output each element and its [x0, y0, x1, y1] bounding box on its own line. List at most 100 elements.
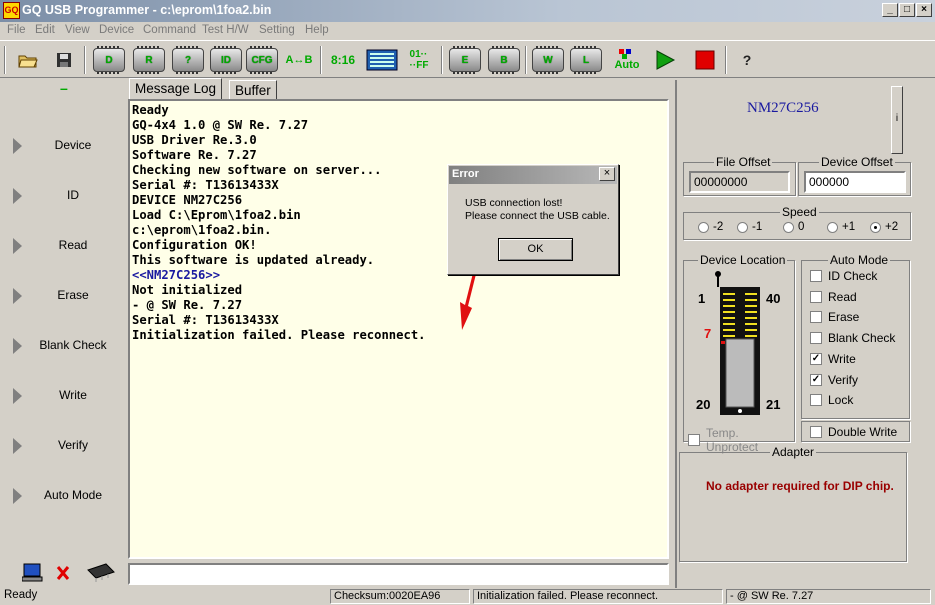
menu-file[interactable]: File [7, 24, 26, 36]
menu-view[interactable]: View [65, 24, 90, 36]
auto-mode-option-verify[interactable]: ✓ Verify [810, 373, 858, 387]
adapter-message: No adapter required for DIP chip. [706, 479, 894, 493]
auto-mode-option-id-check[interactable]: ID Check [810, 269, 877, 283]
buffer-editor-icon[interactable] [364, 45, 400, 75]
auto-mode-option-erase[interactable]: Erase [810, 310, 859, 324]
play-arrow-icon [13, 138, 22, 154]
sidebar-item-device[interactable]: Device [0, 134, 128, 158]
device-offset-group: Device Offset 000000 [798, 155, 911, 196]
play-arrow-icon [13, 188, 22, 204]
menu-help[interactable]: Help [305, 24, 329, 36]
sidebar-item-write[interactable]: Write [0, 384, 128, 408]
sidebar-item-blank-check[interactable]: Blank Check [0, 334, 128, 358]
fill-buffer-button[interactable]: 01·· ··FF [402, 45, 436, 75]
speed-option-label: +2 [885, 221, 899, 233]
status-version: - @ SW Re. 7.27 [726, 589, 931, 604]
toolbar-separator [725, 46, 727, 74]
command-input[interactable] [128, 563, 669, 585]
auto-mode-option-label: Lock [828, 393, 854, 408]
device-chip-icon[interactable]: D [91, 45, 127, 75]
menu-edit[interactable]: Edit [35, 24, 55, 36]
device-offset-field[interactable]: 000000 [804, 171, 906, 193]
sidebar-item-label: Write [59, 388, 87, 402]
auto-mode-group: Auto Mode ID Check Read Erase Blank Check ✓ W… [801, 253, 910, 419]
log-line: Load C:\Eprom\1foa2.bin [132, 208, 301, 222]
stop-icon[interactable] [690, 45, 720, 75]
blank-check-chip-icon[interactable]: B [486, 45, 522, 75]
save-disk-icon[interactable] [50, 45, 78, 75]
write-chip-icon[interactable]: W [530, 45, 566, 75]
dialog-message-line1: USB connection lost! [465, 197, 563, 209]
status-bar: Ready Checksum:0020EA96 Initialization f… [0, 588, 935, 605]
checkbox-icon [810, 394, 822, 407]
sidebar-item-label: ID [67, 188, 79, 202]
pin-label-bottom-left: 20 [696, 397, 711, 412]
auto-mode-option-write[interactable]: ✓ Write [810, 352, 856, 366]
status-ready: Ready [4, 589, 38, 601]
log-line: Serial #: T13613433X [132, 313, 279, 327]
read-chip-icon[interactable]: R [131, 45, 167, 75]
speed-option-m2[interactable]: -2 [698, 221, 723, 233]
menu-test-hw[interactable]: Test H/W [202, 24, 249, 36]
speed-option-m1[interactable]: -1 [737, 221, 762, 233]
bit-mode-button[interactable]: 8:16 [326, 45, 360, 75]
toolbar-separator [4, 46, 6, 74]
sidebar-item-id[interactable]: ID [0, 184, 128, 208]
speed-option-0[interactable]: 0 [783, 221, 804, 233]
auto-mode-option-lock[interactable]: Lock [810, 393, 853, 407]
log-line: <<NM27C256>> [132, 268, 221, 282]
verify-chip-icon[interactable]: ? [170, 45, 206, 75]
sidebar-item-verify[interactable]: Verify [0, 434, 128, 458]
dialog-ok-button[interactable]: OK [498, 238, 573, 261]
auto-mode-option-label: Write [828, 351, 856, 366]
auto-mode-option-read[interactable]: Read [810, 290, 857, 304]
swap-ab-button[interactable]: A↔B [282, 45, 316, 75]
double-write-checkbox[interactable]: Double Write [810, 425, 897, 439]
radio-icon [827, 221, 838, 233]
auto-button[interactable]: Auto [608, 45, 646, 75]
speed-option-p2[interactable]: +2 [870, 221, 898, 233]
title-bar: GQ GQ USB Programmer - c:\eprom\1foa2.bi… [0, 0, 935, 22]
usb-disconnected-icon [21, 562, 118, 587]
menu-setting[interactable]: Setting [259, 24, 295, 36]
play-icon[interactable] [650, 45, 680, 75]
menu-command[interactable]: Command [143, 24, 196, 36]
play-arrow-icon [13, 288, 22, 304]
log-line: USB Driver Re.3.0 [132, 133, 257, 147]
speed-option-p1[interactable]: +1 [827, 221, 855, 233]
log-line: Configuration OK! [132, 238, 257, 252]
pin-label-bottom-right: 21 [766, 397, 781, 412]
sidebar-item-read[interactable]: Read [0, 234, 128, 258]
tab-message-log[interactable]: Message Log [129, 78, 223, 100]
dialog-close-button[interactable]: × [599, 167, 615, 181]
auto-mode-option-label: ID Check [828, 269, 878, 283]
minimize-button[interactable]: _ [882, 3, 898, 17]
close-button[interactable]: × [916, 3, 932, 17]
device-info-button[interactable]: i [891, 86, 903, 154]
lock-chip-icon[interactable]: L [568, 45, 604, 75]
error-dialog: Error × USB connection lost! Please conn… [447, 164, 619, 275]
erase-chip-icon[interactable]: E [447, 45, 483, 75]
file-offset-field[interactable]: 00000000 [689, 171, 790, 193]
config-chip-icon[interactable]: CFG [244, 45, 280, 75]
tab-buffer[interactable]: Buffer [229, 80, 277, 100]
speed-option-label: -2 [713, 221, 724, 233]
maximize-button[interactable]: □ [899, 3, 915, 17]
sidebar-item-erase[interactable]: Erase [0, 284, 128, 308]
menu-device[interactable]: Device [99, 24, 134, 36]
play-arrow-icon [13, 388, 22, 404]
help-icon[interactable]: ? [733, 45, 761, 75]
double-write-group: Double Write [801, 421, 910, 442]
id-chip-icon[interactable]: ID [208, 45, 244, 75]
pin-label-top-left: 1 [698, 291, 706, 306]
speed-option-label: 0 [798, 221, 805, 233]
file-offset-group: File Offset 00000000 [683, 155, 796, 196]
message-log-text: Ready GQ-4x4 1.0 @ SW Re. 7.27 USB Driver … [132, 103, 426, 343]
auto-mode-option-blank-check[interactable]: Blank Check [810, 331, 895, 345]
open-folder-icon[interactable] [14, 45, 42, 75]
auto-label: Auto [614, 59, 640, 71]
auto-mode-option-label: Verify [828, 372, 859, 387]
sidebar-item-label: Auto Mode [43, 488, 103, 502]
auto-mode-option-label: Blank Check [828, 331, 896, 346]
sidebar-item-auto-mode[interactable]: Auto Mode [0, 484, 128, 508]
